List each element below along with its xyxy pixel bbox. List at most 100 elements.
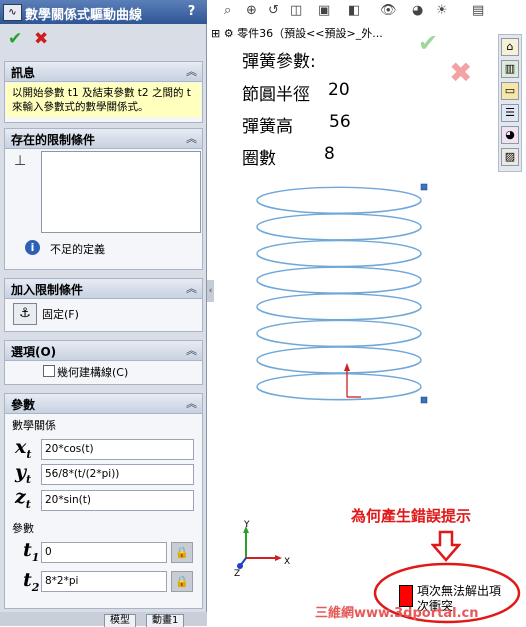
custom-properties-icon[interactable]: ▨ <box>501 148 519 166</box>
parameter-label: 參數 <box>12 522 34 535</box>
helix-front-arc <box>256 306 422 321</box>
task-pane-tabs: ⌂ ▥ ▭ ☰ ◕ ▨ <box>498 34 522 172</box>
property-manager: ∿ 數學關係式驅動曲線 ? ✔ ✖ 訊息 ︽ 以開始參數 t1 及結束參數 t2… <box>0 0 207 627</box>
existing-relations-group: 存在的限制條件 ︽ ⊥ i 不足的定義 <box>4 128 203 270</box>
t1-lock-icon[interactable]: 🔒 <box>171 542 193 563</box>
turns-label: 圈數 <box>242 149 276 169</box>
appearances-icon[interactable]: ◕ <box>501 126 519 144</box>
svg-text:Z: Z <box>234 569 240 578</box>
definition-status: 不足的定義 <box>50 243 105 256</box>
xt-input[interactable]: 20*cos(t) <box>41 439 194 460</box>
relations-icon: ⊥ <box>14 153 27 169</box>
t1-symbol-icon: t1 <box>23 539 40 564</box>
panel-splitter-handle[interactable]: ‹ <box>207 280 214 302</box>
hide-show-items-icon[interactable]: 👁 <box>380 3 397 18</box>
cancel-button[interactable]: ✖ <box>34 29 48 49</box>
zoom-area-icon[interactable]: ⊕ <box>246 3 257 18</box>
curve-start-handle[interactable] <box>420 396 428 404</box>
curve-feature-icon: ∿ <box>3 4 22 21</box>
file-explorer-icon[interactable]: ▭ <box>501 82 519 100</box>
helix-back-arc <box>256 373 422 387</box>
ok-button[interactable]: ✔ <box>8 29 22 49</box>
origin-arrow-icon <box>344 363 350 371</box>
scene-icon[interactable]: ☀ <box>436 3 448 18</box>
help-button[interactable]: ? <box>183 3 200 20</box>
spring-height-value: 56 <box>329 112 351 132</box>
construction-checkbox[interactable] <box>43 365 55 377</box>
display-style-icon[interactable]: ◧ <box>348 3 360 18</box>
warning-caption: 為何產生錯誤提示 <box>351 507 472 525</box>
helix-back-arc <box>256 319 422 334</box>
fix-relation-label[interactable]: 固定(F) <box>42 306 79 322</box>
add-relations-header[interactable]: 加入限制條件 ︽ <box>5 279 202 299</box>
curve-end-handle[interactable] <box>420 183 428 191</box>
spring-params-title: 彈簧參數: <box>242 52 316 72</box>
message-header[interactable]: 訊息 ︽ <box>5 62 202 82</box>
view-orientation-icon[interactable]: ▣ <box>318 3 330 18</box>
view-triad: Y X Z <box>234 520 290 578</box>
design-library-icon[interactable]: ▥ <box>501 60 519 78</box>
existing-relations-header[interactable]: 存在的限制條件 ︽ <box>5 129 202 149</box>
equation-label: 數學關係 <box>12 419 56 432</box>
zoom-to-fit-icon[interactable]: ⌕ <box>224 3 231 18</box>
turns-value: 8 <box>324 144 335 164</box>
helix-front-arc <box>256 280 422 294</box>
helix-back-arc <box>256 346 422 361</box>
yt-input[interactable]: 56/8*(t/(2*pi)) <box>41 464 194 485</box>
previous-view-icon[interactable]: ↺ <box>268 3 279 18</box>
part-icon: ⚙ <box>223 27 238 40</box>
collapse-chevron-icon[interactable]: ︽ <box>186 63 197 79</box>
t1-input[interactable]: 0 <box>41 542 167 563</box>
parameters-group: 參數 ︽ 數學關係 xt 20*cos(t) yt 56/8*(t/(2*pi)… <box>4 393 203 609</box>
collapse-chevron-icon[interactable]: ︽ <box>186 395 197 411</box>
t2-lock-icon[interactable]: 🔒 <box>171 571 193 592</box>
confirm-corner-ok-icon[interactable]: ✔ <box>418 29 438 57</box>
t2-input[interactable]: 8*2*pi <box>41 571 167 592</box>
helix-front-arc <box>256 359 422 374</box>
section-view-icon[interactable]: ◫ <box>290 3 302 18</box>
watermark: 三維網www.3dportal.cn <box>315 606 479 621</box>
property-manager-title: 數學關係式驅動曲線 <box>25 8 143 23</box>
appearance-icon[interactable]: ◕ <box>412 3 423 18</box>
confirm-corner-cancel-icon[interactable]: ✖ <box>449 56 472 89</box>
message-group: 訊息 ︽ 以開始參數 t1 及結束參數 t2 之間的 t 來輸入參數式的數學關係… <box>4 61 203 123</box>
collapse-chevron-icon[interactable]: ︽ <box>186 130 197 146</box>
collapse-chevron-icon[interactable]: ︽ <box>186 342 197 358</box>
construction-label[interactable]: 幾何建構線(C) <box>57 364 128 380</box>
svg-text:Y: Y <box>243 520 250 530</box>
helix-front-arc <box>256 253 422 268</box>
relations-list[interactable] <box>41 151 201 233</box>
helix-front-arc <box>256 200 422 215</box>
down-arrow-icon <box>431 530 461 562</box>
bottom-tab-bar: 模型 動畫1 <box>0 612 207 627</box>
spring-height-label: 彈簧高 <box>242 117 293 137</box>
helix-back-arc <box>256 186 422 201</box>
pitch-radius-value: 20 <box>328 80 350 100</box>
fix-anchor-icon[interactable]: ⚓ <box>13 303 37 325</box>
parameters-header[interactable]: 參數 ︽ <box>5 394 202 414</box>
expand-icon[interactable]: ⊞ <box>211 27 224 40</box>
info-icon: i <box>25 240 40 255</box>
t2-symbol-icon: t2 <box>23 569 40 594</box>
helix-back-arc <box>256 239 422 254</box>
tab-model[interactable]: 模型 <box>104 614 136 627</box>
resources-icon[interactable]: ⌂ <box>501 38 519 56</box>
tab-animation[interactable]: 動畫1 <box>146 614 185 627</box>
options-header[interactable]: 選項(O) ︽ <box>5 341 202 361</box>
feature-tree-flyout[interactable]: ⊞ ⚙ 零件36（預設<<預設>_外... <box>211 25 383 41</box>
zt-input[interactable]: 20*sin(t) <box>41 490 194 511</box>
property-manager-title-bar: ∿ 數學關係式驅動曲線 ? <box>0 0 207 24</box>
helix-front-arc <box>256 333 422 348</box>
helix-back-arc <box>256 293 422 307</box>
view-palette-icon[interactable]: ☰ <box>501 104 519 122</box>
xt-symbol-icon: xt <box>15 436 32 461</box>
svg-text:X: X <box>284 557 290 567</box>
message-text: 以開始參數 t1 及結束參數 t2 之間的 t 來輸入參數式的數學關係式。 <box>6 83 201 117</box>
options-group: 選項(O) ︽ 幾何建構線(C) <box>4 340 203 385</box>
view-toolbar: ⌕ ⊕ ↺ ◫ ▣ ◧ 👁 ◕ ☀ ▤ <box>214 0 526 22</box>
helix-front-arc <box>256 386 422 401</box>
view-settings-icon[interactable]: ▤ <box>472 3 484 18</box>
zt-symbol-icon: zt <box>15 486 31 511</box>
helix-curve[interactable] <box>255 175 435 420</box>
collapse-chevron-icon[interactable]: ︽ <box>186 280 197 296</box>
